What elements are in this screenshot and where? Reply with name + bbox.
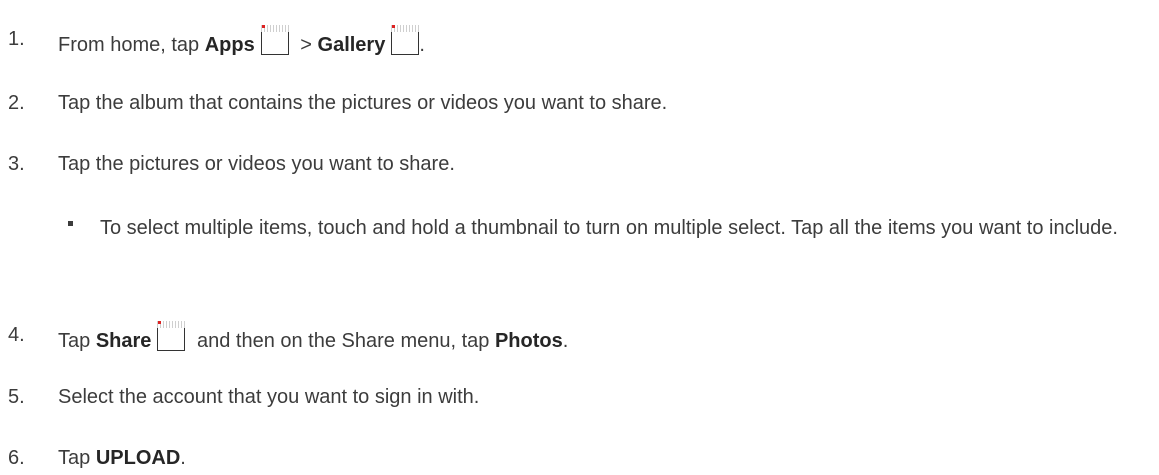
step-number: 6. (8, 447, 25, 469)
bullet-text: To select multiple items, touch and hold… (100, 217, 1118, 239)
bullet-marker (68, 221, 73, 226)
step-text: Tap Share and then on the Share menu, ta… (58, 321, 569, 353)
step-number: 4. (8, 324, 25, 346)
step-number: 5. (8, 386, 25, 408)
step-text-segment: . (180, 447, 186, 469)
step-text: From home, tap Apps > Gallery . (58, 25, 425, 57)
step-number: 2. (8, 92, 25, 114)
step-text-segment: . (562, 330, 569, 352)
upload-label: UPLOAD (95, 447, 181, 469)
step-text-segment: . (419, 34, 425, 56)
step-text-segment: Tap the pictures or videos you want to s… (58, 153, 455, 175)
share-icon (157, 321, 186, 351)
step-text: Tap UPLOAD . (58, 446, 186, 470)
step-number: 1. (8, 28, 25, 50)
step-text: Select the account that you want to sign… (58, 385, 479, 409)
step-text-segment: > (294, 34, 318, 56)
step-text: Tap the pictures or videos you want to s… (58, 152, 455, 176)
apps-label: Apps (204, 34, 255, 56)
step-text-segment: Tap the album that contains the pictures… (58, 92, 668, 114)
step-text-segment: From home, tap (58, 34, 205, 56)
gallery-icon (391, 25, 420, 55)
step-text-segment: Tap (58, 447, 96, 469)
step-text: Tap the album that contains the pictures… (58, 91, 667, 115)
step-number: 3. (8, 153, 25, 175)
gallery-label: Gallery (317, 34, 386, 56)
apps-icon (260, 25, 289, 55)
photos-label: Photos (494, 330, 563, 352)
step-text-segment: Tap (58, 330, 96, 352)
step-text-segment: and then on the Share menu, tap (191, 330, 495, 352)
step-text-segment: Select the account that you want to sign… (58, 386, 480, 408)
share-label: Share (95, 330, 152, 352)
